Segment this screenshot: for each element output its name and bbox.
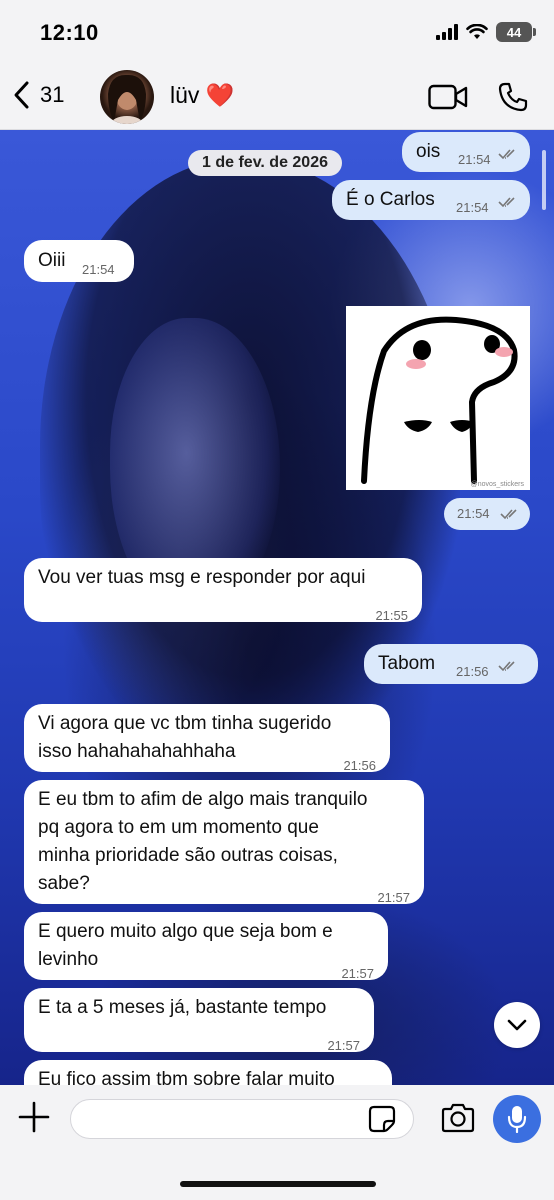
message-text: É o Carlos: [346, 189, 435, 210]
cellular-signal-icon: [436, 24, 458, 40]
message-bubble-outgoing[interactable]: ois 21:54: [402, 132, 530, 172]
sticker-caption: @novos_stickers: [470, 481, 524, 488]
status-icons: 44: [436, 22, 536, 42]
contact-name-text: lüv: [170, 82, 200, 108]
contact-avatar[interactable]: [100, 70, 154, 124]
message-text-line: E quero muito algo que seja bom e: [38, 921, 333, 942]
battery-level: 44: [506, 24, 522, 40]
message-text-line: E eu tbm to afim de algo mais tranquilo: [38, 789, 368, 810]
chat-header: 31 lüv ❤️: [0, 66, 554, 130]
message-time: 21:56: [456, 664, 489, 679]
message-bubble-incoming[interactable]: E ta a 5 meses já, bastante tempo 21:57: [24, 988, 374, 1053]
scroll-to-bottom-button[interactable]: [494, 1002, 540, 1048]
message-bubble-outgoing[interactable]: É o Carlos 21:54: [332, 180, 530, 220]
message-bubble-incoming[interactable]: Eu fico assim tbm sobre falar muito: [24, 1060, 392, 1085]
message-bubble-outgoing[interactable]: Tabom 21:56: [364, 644, 538, 684]
message-text-line: minha prioridade são outras coisas,: [38, 845, 338, 866]
message-bubble-incoming[interactable]: Vou ver tuas msg e responder por aqui 21…: [24, 558, 422, 623]
message-input[interactable]: [70, 1099, 414, 1139]
message-text-line: Vi agora que vc tbm tinha sugerido: [38, 713, 332, 734]
unread-count: 31: [40, 82, 65, 107]
message-list[interactable]: 1 de fev. de 2026 ois 21:54 É o Carlos 2…: [0, 130, 554, 1085]
message-text-line: isso hahahahahahhaha: [38, 741, 236, 762]
avatar-photo: [108, 74, 146, 124]
microphone-button[interactable]: [493, 1095, 541, 1143]
date-separator: 1 de fev. de 2026: [188, 150, 342, 176]
message-bubble-incoming[interactable]: E eu tbm to afim de algo mais tranquilo …: [24, 780, 424, 905]
camera-icon[interactable]: [440, 1103, 476, 1133]
microphone-icon: [507, 1106, 527, 1133]
status-time: 12:10: [40, 20, 99, 45]
message-bubble-incoming[interactable]: Oiii 21:54: [24, 240, 134, 282]
message-time: 21:57: [327, 1038, 360, 1053]
message-text: Tabom: [378, 653, 436, 674]
sticker-image: [361, 316, 518, 484]
message-time: 21:54: [458, 152, 491, 167]
wifi-icon: [466, 24, 488, 39]
message-text: Oiii: [38, 250, 66, 271]
message-text-line: levinho: [38, 949, 99, 970]
home-indicator[interactable]: [180, 1181, 376, 1187]
heart-emoji: ❤️: [205, 82, 235, 108]
read-receipt-icon: [498, 149, 515, 160]
back-chevron-icon: [14, 81, 29, 109]
read-receipt-icon: [500, 509, 517, 520]
message-time: 21:55: [375, 608, 408, 623]
chevron-down-icon: [507, 1019, 527, 1031]
message-text-line: sabe?: [38, 873, 90, 894]
message-text: ois: [416, 141, 441, 162]
message-time: 21:54: [82, 262, 115, 277]
message-bubble-incoming[interactable]: Vi agora que vc tbm tinha sugerido isso …: [24, 704, 390, 773]
message-text: Eu fico assim tbm sobre falar muito: [38, 1069, 335, 1085]
message-time: 21:57: [341, 966, 374, 981]
scroll-indicator[interactable]: [542, 150, 546, 210]
read-receipt-icon: [498, 661, 515, 672]
phone-icon[interactable]: [498, 82, 528, 112]
header-actions: [428, 82, 528, 112]
read-receipt-icon: [498, 197, 515, 208]
back-button[interactable]: 31: [12, 80, 64, 110]
message-bubble-incoming[interactable]: E quero muito algo que seja bom e levinh…: [24, 912, 388, 981]
sticker-timestamp: 21:54: [444, 498, 530, 530]
message-time: 21:54: [457, 506, 490, 521]
contact-name[interactable]: lüv ❤️: [170, 82, 234, 109]
message-text-line: pq agora to em um momento que: [38, 817, 319, 838]
message-time: 21:57: [377, 890, 410, 905]
sticker-icon[interactable]: [368, 1105, 396, 1133]
message-text: E ta a 5 meses já, bastante tempo: [38, 997, 327, 1018]
sticker-message[interactable]: @novos_stickers: [346, 306, 530, 490]
plus-icon[interactable]: [18, 1101, 50, 1133]
status-bar: 12:10 44: [0, 0, 554, 66]
message-time: 21:56: [343, 758, 376, 773]
video-call-icon[interactable]: [428, 84, 468, 110]
message-text: Vou ver tuas msg e responder por aqui: [38, 567, 366, 588]
composer-bar: [0, 1085, 554, 1200]
battery-icon: 44: [496, 22, 536, 42]
message-time: 21:54: [456, 200, 489, 215]
